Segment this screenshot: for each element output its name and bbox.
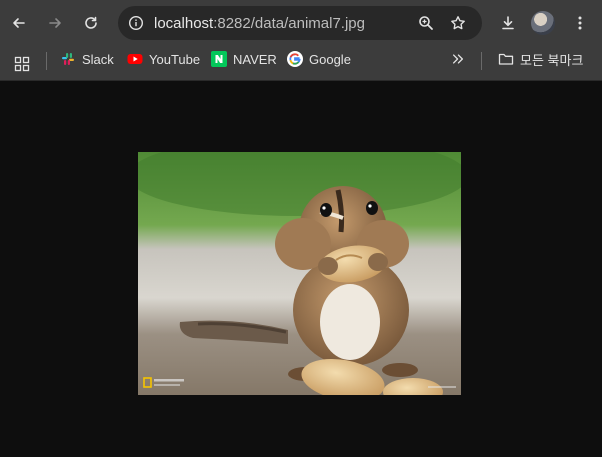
apps-grid-icon bbox=[14, 56, 30, 72]
all-bookmarks-folder[interactable]: 모든 북마크 bbox=[498, 47, 583, 71]
bookmark-star-button[interactable] bbox=[446, 11, 470, 35]
image-viewer bbox=[0, 81, 602, 457]
info-icon bbox=[128, 15, 144, 31]
bookmark-naver[interactable]: NAVER bbox=[211, 47, 277, 71]
chevron-double-right-icon bbox=[452, 54, 464, 64]
zoom-icon bbox=[419, 16, 433, 30]
back-button[interactable] bbox=[5, 9, 33, 37]
url-host: localhost bbox=[154, 15, 214, 32]
bookmark-youtube-label: YouTube bbox=[149, 51, 201, 67]
bookmarks-divider-right bbox=[481, 52, 482, 70]
arrow-right-icon bbox=[49, 18, 61, 28]
browser-toolbar: localhost:8282/data/animal7.jpg bbox=[0, 0, 602, 46]
bookmarks-divider bbox=[46, 52, 47, 70]
bookmark-youtube[interactable]: YouTube bbox=[127, 47, 200, 71]
folder-icon bbox=[498, 51, 514, 67]
youtube-icon bbox=[127, 51, 143, 67]
address-bar[interactable]: localhost:8282/data/animal7.jpg bbox=[118, 6, 482, 40]
reload-icon bbox=[85, 16, 97, 29]
apps-button[interactable] bbox=[14, 52, 30, 76]
slack-icon bbox=[60, 51, 76, 67]
chipmunk-photo bbox=[138, 152, 461, 395]
all-bookmarks-label: 모든 북마크 bbox=[520, 52, 584, 68]
kebab-menu-icon bbox=[578, 16, 582, 30]
download-icon bbox=[502, 16, 514, 30]
url-path: :8282/data/animal7.jpg bbox=[213, 15, 365, 32]
forward-button[interactable] bbox=[41, 9, 69, 37]
star-icon bbox=[451, 16, 465, 30]
bookmark-naver-label: NAVER bbox=[233, 51, 277, 67]
site-info-button[interactable] bbox=[124, 11, 148, 35]
arrow-left-icon bbox=[13, 18, 25, 28]
reload-button[interactable] bbox=[77, 9, 105, 37]
naver-icon bbox=[211, 51, 227, 67]
bookmark-slack[interactable]: Slack bbox=[60, 47, 114, 71]
viewed-image[interactable] bbox=[138, 152, 461, 395]
bookmark-google-label: Google bbox=[309, 51, 351, 67]
zoom-button[interactable] bbox=[414, 11, 438, 35]
menu-button[interactable] bbox=[566, 9, 594, 37]
bookmark-google[interactable]: Google bbox=[287, 47, 351, 71]
profile-avatar[interactable] bbox=[531, 11, 555, 35]
bookmark-slack-label: Slack bbox=[82, 51, 114, 67]
bookmarks-overflow-button[interactable] bbox=[451, 47, 465, 71]
google-icon bbox=[287, 51, 303, 67]
download-button[interactable] bbox=[494, 9, 522, 37]
url-text[interactable]: localhost:8282/data/animal7.jpg bbox=[154, 15, 365, 32]
